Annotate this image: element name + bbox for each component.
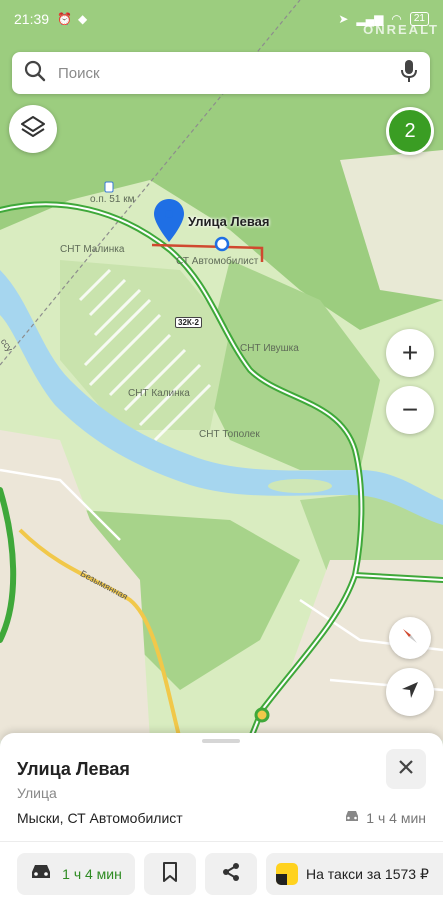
location-arrow-icon: ➤	[338, 12, 349, 26]
map-label-stop: о.п. 51 км	[90, 194, 135, 205]
taxi-price-label: На такси за 1573 ₽	[306, 865, 429, 882]
close-button[interactable]	[386, 749, 426, 789]
compass-icon	[400, 626, 420, 651]
my-location-button[interactable]	[386, 668, 434, 716]
layers-button[interactable]	[9, 105, 57, 153]
map-view[interactable]: о.п. 51 км СНТ Малинка СТ Автомобилист С…	[0, 0, 443, 740]
status-time: 21:39	[14, 11, 50, 27]
route-time-label: 1 ч 4 мин	[62, 866, 122, 882]
place-title: Улица Левая	[17, 759, 130, 779]
map-label-snt-topolek: СНТ Тополек	[199, 429, 260, 440]
minus-icon: −	[401, 394, 419, 425]
place-address: Мыски, СТ Автомобилист	[17, 810, 183, 826]
zoom-out-button[interactable]: −	[386, 386, 434, 434]
alarm-icon: ⏰	[57, 12, 72, 26]
search-bar[interactable]: Поиск	[12, 52, 430, 94]
navigation-arrow-icon	[399, 679, 421, 706]
taxi-button[interactable]: На такси за 1573 ₽	[266, 853, 443, 895]
car-icon	[344, 809, 360, 826]
map-canvas[interactable]	[0, 0, 443, 740]
places-count-badge[interactable]: 2	[386, 107, 434, 155]
bookmark-button[interactable]	[144, 853, 196, 895]
car-icon	[30, 863, 52, 886]
app-notification-icon: ◆	[78, 12, 88, 26]
watermark-logo: ONREALT	[363, 22, 439, 37]
share-icon	[221, 862, 241, 887]
map-label-snt-kalinka: СНТ Калинка	[128, 388, 190, 399]
search-input[interactable]: Поиск	[58, 65, 400, 82]
map-label-st-avtomobilist: СТ Автомобилист	[176, 256, 259, 267]
selected-place-label: Улица Левая	[188, 214, 270, 229]
place-type: Улица	[17, 785, 57, 801]
microphone-icon[interactable]	[400, 59, 418, 88]
plus-icon: +	[401, 337, 419, 368]
route-button[interactable]: 1 ч 4 мин	[17, 853, 135, 895]
zoom-in-button[interactable]: +	[386, 329, 434, 377]
layers-icon	[20, 115, 46, 144]
compass-button[interactable]	[389, 617, 431, 659]
bookmark-icon	[162, 861, 178, 887]
share-button[interactable]	[205, 853, 257, 895]
place-info-sheet[interactable]: Улица Левая Улица Мыски, СТ Автомобилист…	[0, 733, 443, 910]
sheet-drag-handle[interactable]	[202, 739, 240, 743]
sheet-divider	[0, 841, 443, 842]
road-number-badge: 32К-2	[175, 317, 202, 328]
travel-time: 1 ч 4 мин	[344, 809, 426, 826]
search-icon	[24, 60, 46, 87]
close-icon	[398, 759, 414, 780]
travel-time-label: 1 ч 4 мин	[366, 809, 426, 826]
map-label-snt-ivushka: СНТ Ивушка	[240, 343, 299, 354]
taxi-logo-icon	[276, 863, 298, 885]
map-label-snt-malinka: СНТ Малинка	[60, 244, 125, 255]
